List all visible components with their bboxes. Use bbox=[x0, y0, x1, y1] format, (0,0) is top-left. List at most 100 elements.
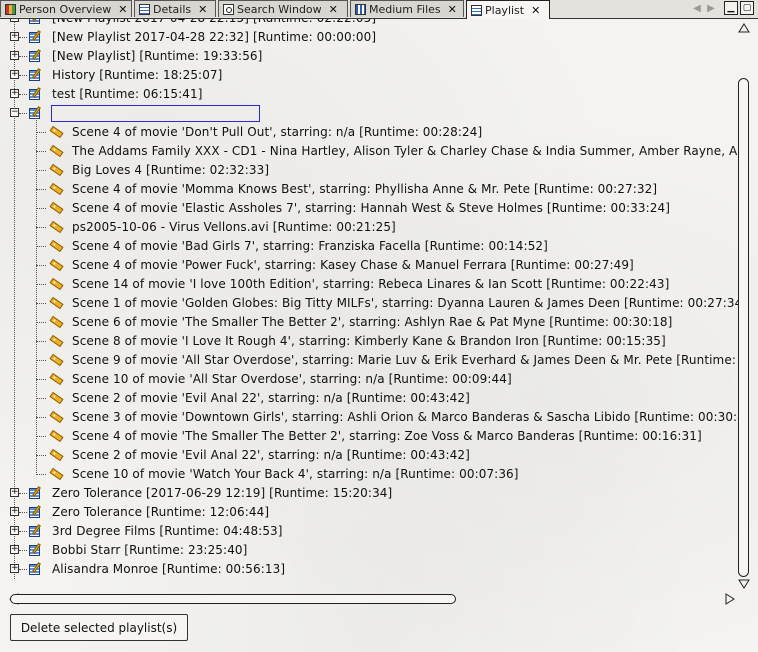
tab-medium-files[interactable]: Medium Files ✕ bbox=[350, 0, 464, 17]
tab-scroll-left-icon[interactable]: ◀ bbox=[690, 1, 704, 16]
playlist-node[interactable]: + History [Runtime: 18:25:07] bbox=[0, 66, 738, 85]
playlist-entry[interactable]: Scene 8 of movie 'I Love It Rough 4', st… bbox=[0, 332, 738, 351]
playlist-icon bbox=[29, 87, 42, 101]
playlist-icon bbox=[29, 19, 42, 25]
playlist-entry[interactable]: Big Loves 4 [Runtime: 02:32:33] bbox=[0, 161, 738, 180]
tree-connector bbox=[36, 398, 46, 399]
expand-icon[interactable]: + bbox=[10, 32, 19, 41]
tree-connector bbox=[36, 474, 46, 475]
playlist-entry[interactable]: Scene 6 of movie 'The Smaller The Better… bbox=[0, 313, 738, 332]
playlist-entry[interactable]: Scene 3 of movie 'Downtown Girls', starr… bbox=[0, 408, 738, 427]
playlist-node[interactable]: + Alisandra Monroe [Runtime: 00:56:13] bbox=[0, 560, 738, 579]
playlist-label: Bobbi Starr [Runtime: 23:25:40] bbox=[52, 543, 248, 557]
close-icon[interactable]: ✕ bbox=[118, 3, 127, 16]
playlist-label: History [Runtime: 18:25:07] bbox=[52, 68, 223, 82]
playlist-entry[interactable]: Scene 4 of movie 'Power Fuck', starring:… bbox=[0, 256, 738, 275]
entry-label: Scene 6 of movie 'The Smaller The Better… bbox=[72, 315, 673, 329]
scroll-right-icon[interactable] bbox=[724, 593, 736, 605]
entry-label: Scene 9 of movie 'All Star Overdose', st… bbox=[72, 353, 738, 367]
expand-icon[interactable]: + bbox=[10, 507, 19, 516]
playlist-entry[interactable]: Scene 10 of movie 'Watch Your Back 4', s… bbox=[0, 465, 738, 484]
ticket-icon bbox=[49, 201, 64, 215]
playlist-icon bbox=[29, 30, 42, 44]
playlist-node[interactable]: + Bobbi Starr [Runtime: 23:25:40] bbox=[0, 541, 738, 560]
playlist-icon bbox=[29, 505, 42, 519]
tab-scroll-right-icon[interactable]: ▶ bbox=[704, 1, 718, 16]
playlist-entry[interactable]: Scene 2 of movie 'Evil Anal 22', starrin… bbox=[0, 446, 738, 465]
tree-connector bbox=[19, 94, 27, 95]
entry-label: Scene 4 of movie 'Bad Girls 7', starring… bbox=[72, 239, 548, 253]
tree-connector bbox=[19, 37, 27, 38]
close-icon[interactable]: ✕ bbox=[329, 3, 338, 16]
playlist-label: [New Playlist 2017-04-28 22:15] [Runtime… bbox=[52, 19, 376, 25]
delete-playlists-button[interactable]: Delete selected playlist(s) bbox=[10, 614, 188, 641]
playlist-node[interactable]: +3rd Degree Films [Runtime: 04:48:53] bbox=[0, 522, 738, 541]
playlist-entry[interactable]: Scene 4 of movie 'Don't Pull Out', starr… bbox=[0, 123, 738, 142]
playlist-node[interactable]: + test [Runtime: 06:15:41] bbox=[0, 85, 738, 104]
playlist-entry[interactable]: Scene 2 of movie 'Evil Anal 22', starrin… bbox=[0, 389, 738, 408]
playlist-entry[interactable]: The Addams Family XXX - CD1 - Nina Hartl… bbox=[0, 142, 738, 161]
playlist-entry[interactable]: Scene 10 of movie 'All Star Overdose', s… bbox=[0, 370, 738, 389]
ticket-icon bbox=[49, 429, 64, 443]
playlist-entry[interactable]: Scene 1 of movie 'Golden Globes: Big Tit… bbox=[0, 294, 738, 313]
entry-label: Scene 10 of movie 'Watch Your Back 4', s… bbox=[72, 467, 519, 481]
expand-icon[interactable]: + bbox=[10, 564, 19, 573]
playlist-node[interactable]: + [New Playlist 2017-04-28 22:32] [Runtim… bbox=[0, 28, 738, 47]
close-icon[interactable]: ✕ bbox=[198, 3, 207, 16]
playlist-node[interactable]: + [New Playlist 2017-04-28 22:15] [Runtim… bbox=[0, 19, 738, 28]
expand-icon[interactable]: + bbox=[10, 89, 19, 98]
expand-icon[interactable]: + bbox=[10, 70, 19, 79]
tree-connector bbox=[19, 113, 27, 114]
ticket-icon bbox=[49, 182, 64, 196]
ticket-icon bbox=[49, 410, 64, 424]
playlist-node[interactable]: + Zero Tolerance [Runtime: 12:06:44] bbox=[0, 503, 738, 522]
close-icon[interactable]: ✕ bbox=[531, 4, 540, 17]
tree-connector bbox=[36, 417, 46, 418]
playlist-tree[interactable]: + [New Playlist 2017-04-28 22:15] [Runtim… bbox=[0, 19, 738, 591]
vertical-scrollbar[interactable] bbox=[737, 22, 751, 590]
tree-connector bbox=[36, 115, 37, 475]
playlist-node[interactable]: + Zero Tolerance [2017-06-29 12:19] [Runt… bbox=[0, 484, 738, 503]
collapse-icon[interactable]: − bbox=[10, 108, 19, 117]
playlist-entry[interactable]: Scene 9 of movie 'All Star Overdose', st… bbox=[0, 351, 738, 370]
playlist-entry[interactable]: Scene 4 of movie 'Momma Knows Best', sta… bbox=[0, 180, 738, 199]
tab-person-overview[interactable]: Person Overview ✕ bbox=[0, 0, 132, 17]
media-icon bbox=[355, 3, 366, 15]
playlist-node[interactable]: + [New Playlist] [Runtime: 19:33:56] bbox=[0, 47, 738, 66]
horizontal-scroll-thumb[interactable] bbox=[10, 594, 456, 604]
entry-label: Scene 3 of movie 'Downtown Girls', starr… bbox=[72, 410, 738, 424]
playlist-node[interactable]: − bbox=[0, 104, 738, 123]
expand-icon[interactable]: + bbox=[10, 526, 19, 535]
tree-connector bbox=[36, 322, 46, 323]
horizontal-scrollbar[interactable] bbox=[8, 592, 738, 606]
ticket-icon bbox=[49, 315, 64, 329]
ticket-icon bbox=[49, 125, 64, 139]
tree-connector bbox=[36, 189, 46, 190]
minimize-icon[interactable]: ▁ bbox=[724, 1, 738, 15]
expand-icon[interactable]: + bbox=[10, 488, 19, 497]
playlist-icon bbox=[29, 543, 42, 557]
playlist-entry[interactable]: Scene 4 of movie 'Elastic Assholes 7', s… bbox=[0, 199, 738, 218]
expand-icon[interactable]: + bbox=[10, 51, 19, 60]
rename-playlist-input[interactable] bbox=[51, 105, 260, 122]
tab-details[interactable]: Details ✕ bbox=[134, 0, 216, 17]
details-icon bbox=[139, 3, 150, 15]
tab-playlist[interactable]: Playlist ✕ bbox=[466, 0, 550, 19]
vertical-scroll-thumb[interactable] bbox=[738, 78, 749, 577]
maximize-icon[interactable]: ▢ bbox=[740, 1, 754, 15]
playlist-entry[interactable]: ps2005-10-06 - Virus Vellons.avi [Runtim… bbox=[0, 218, 738, 237]
tree-connector bbox=[36, 170, 46, 171]
scroll-down-icon[interactable] bbox=[737, 578, 751, 590]
tab-search-window[interactable]: Search Window ✕ bbox=[218, 0, 348, 17]
playlist-entry[interactable]: Scene 4 of movie 'The Smaller The Better… bbox=[0, 427, 738, 446]
playlist-entry[interactable]: Scene 14 of movie 'I love 100th Edition'… bbox=[0, 275, 738, 294]
entry-label: Scene 2 of movie 'Evil Anal 22', starrin… bbox=[72, 448, 470, 462]
playlist-label: Zero Tolerance [2017-06-29 12:19] [Runti… bbox=[52, 486, 393, 500]
close-icon[interactable]: ✕ bbox=[448, 3, 457, 16]
expand-icon[interactable]: + bbox=[10, 545, 19, 554]
tree-connector bbox=[36, 303, 46, 304]
expand-icon[interactable]: + bbox=[10, 19, 19, 22]
ticket-icon bbox=[49, 144, 64, 158]
scroll-up-icon[interactable] bbox=[737, 22, 751, 34]
playlist-entry[interactable]: Scene 4 of movie 'Bad Girls 7', starring… bbox=[0, 237, 738, 256]
